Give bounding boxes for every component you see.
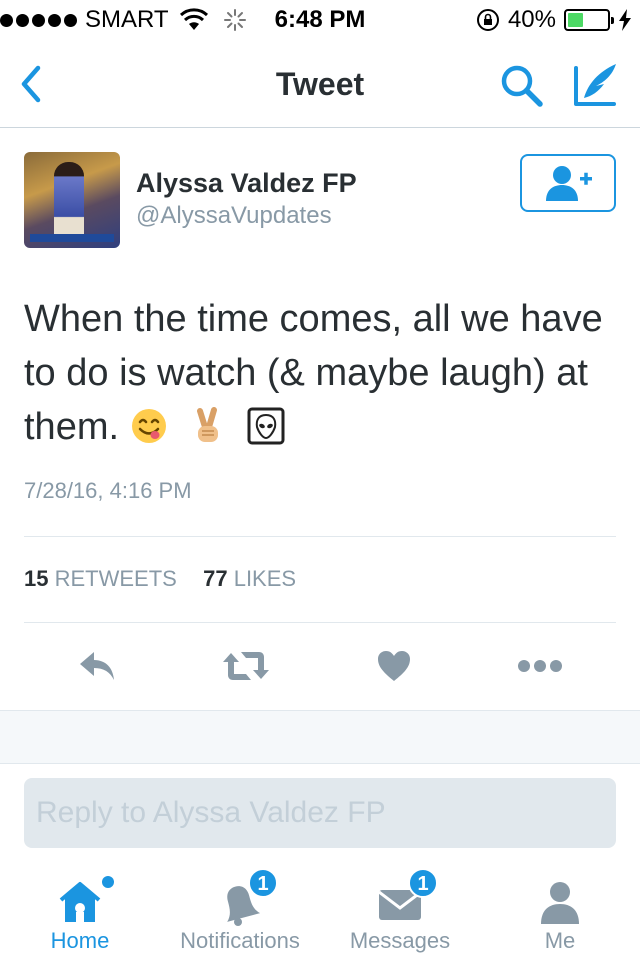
tweet-text: When the time comes, all we have to do i… — [24, 292, 624, 454]
tab-bar: Home 1 Notifications 1 Messages Me — [0, 860, 640, 960]
author-handle[interactable]: @AlyssaVupdates — [136, 202, 332, 230]
more-button[interactable] — [514, 640, 566, 692]
avatar[interactable] — [24, 152, 120, 248]
divider — [24, 622, 616, 623]
home-icon — [59, 882, 101, 922]
tweet-actions — [0, 640, 640, 696]
tab-me[interactable]: Me — [480, 860, 640, 960]
like-button[interactable] — [368, 640, 420, 692]
tweet-timestamp: 7/28/16, 4:16 PM — [24, 478, 192, 503]
tab-label: Me — [544, 928, 576, 953]
reply-button[interactable] — [72, 640, 124, 692]
divider — [24, 536, 616, 537]
tab-label: Notifications — [180, 928, 300, 953]
tab-label: Messages — [349, 928, 451, 953]
battery-percent: 40% — [507, 6, 556, 33]
tweet-text-content: When the time comes, all we have to do i… — [24, 298, 603, 448]
follow-button[interactable] — [520, 154, 616, 212]
separator-band — [0, 710, 640, 764]
like-count[interactable]: 77 — [203, 566, 227, 591]
status-bar: SMART 6:48 PM 40% — [0, 0, 640, 40]
like-label[interactable]: LIKES — [234, 566, 296, 591]
back-chevron-icon[interactable] — [14, 62, 50, 106]
retweet-icon — [223, 652, 269, 680]
tab-label: Home — [50, 928, 110, 953]
reply-input[interactable] — [24, 778, 616, 848]
like-heart-icon — [378, 651, 410, 681]
tab-home[interactable]: Home — [0, 860, 160, 960]
engagement-stats: 15 RETWEETS 77 LIKES — [24, 566, 296, 592]
reply-icon — [80, 652, 114, 680]
navigation-bar: Tweet — [0, 40, 640, 128]
more-dots-icon — [518, 660, 562, 672]
victory-hand-emoji — [197, 407, 219, 442]
charging-bolt-icon — [619, 9, 631, 31]
author-name[interactable]: Alyssa Valdez FP — [136, 168, 357, 199]
alien-face-emoji — [247, 407, 285, 445]
person-icon — [541, 882, 579, 924]
retweet-count[interactable]: 15 — [24, 566, 48, 591]
add-user-icon — [546, 166, 592, 201]
battery-icon — [564, 9, 614, 31]
retweet-button[interactable] — [220, 640, 272, 692]
home-new-dot — [102, 876, 114, 888]
messages-badge: 1 — [408, 868, 438, 898]
yum-face-emoji — [131, 409, 166, 443]
notifications-badge: 1 — [248, 868, 278, 898]
rotation-lock-icon — [476, 9, 499, 31]
search-icon[interactable] — [498, 62, 546, 110]
tab-messages[interactable]: 1 Messages — [320, 860, 480, 960]
compose-tweet-icon[interactable] — [570, 60, 622, 110]
retweet-label[interactable]: RETWEETS — [55, 566, 177, 591]
tab-notifications[interactable]: 1 Notifications — [160, 860, 320, 960]
